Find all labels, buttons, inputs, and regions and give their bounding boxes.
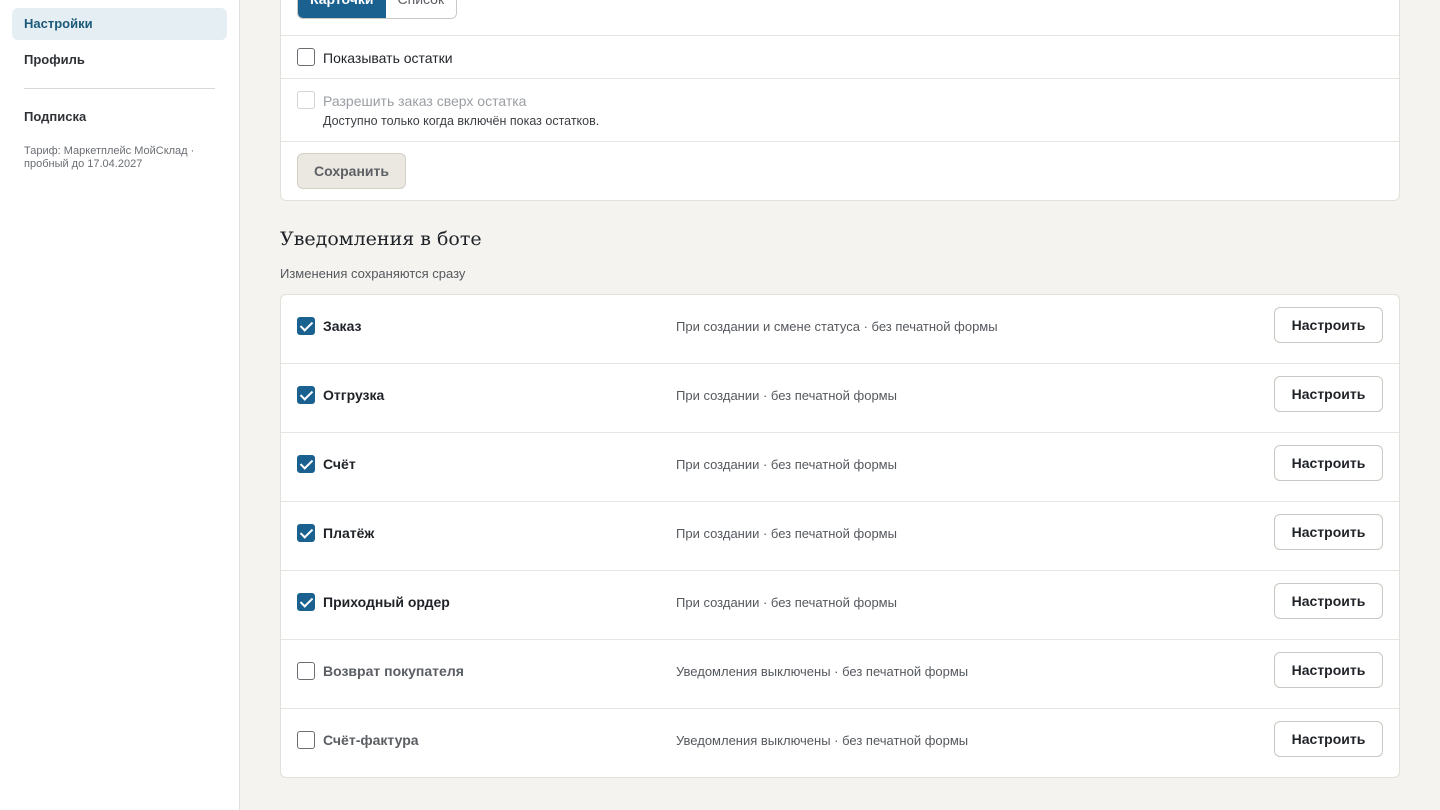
notification-checkbox[interactable]	[297, 662, 315, 680]
configure-button[interactable]: Настроить	[1274, 514, 1383, 550]
notification-desc: При создании · без печатной формы	[676, 526, 897, 541]
notification-row: Счёт-фактура Уведомления выключены · без…	[281, 709, 1399, 778]
save-button[interactable]: Сохранить	[297, 153, 406, 189]
notification-checkbox[interactable]	[297, 317, 315, 335]
notification-row: Счёт При создании · без печатной формы Н…	[281, 433, 1399, 502]
notification-row: Приходный ордер При создании · без печат…	[281, 571, 1399, 640]
notification-desc: При создании · без печатной формы	[676, 457, 897, 472]
divider	[281, 78, 1399, 79]
configure-button[interactable]: Настроить	[1274, 652, 1383, 688]
configure-button[interactable]: Настроить	[1274, 376, 1383, 412]
notification-name: Счёт-фактура	[323, 732, 419, 748]
notification-desc: При создании · без печатной формы	[676, 388, 897, 403]
notification-desc: При создании и смене статуса · без печат…	[676, 319, 998, 334]
notification-row: Заказ При создании и смене статуса · без…	[281, 295, 1399, 364]
notification-checkbox[interactable]	[297, 455, 315, 473]
show-stock-label: Показывать остатки	[323, 50, 453, 66]
sidebar-item-subscription[interactable]: Подписка	[12, 101, 227, 133]
sidebar-item-profile[interactable]: Профиль	[12, 44, 227, 76]
divider	[281, 141, 1399, 142]
notifications-card: Заказ При создании и смене статуса · без…	[280, 294, 1400, 778]
configure-button[interactable]: Настроить	[1274, 721, 1383, 757]
notification-row: Отгрузка При создании · без печатной фор…	[281, 364, 1399, 433]
configure-button[interactable]: Настроить	[1274, 445, 1383, 481]
notification-desc: Уведомления выключены · без печатной фор…	[676, 733, 969, 748]
notification-checkbox[interactable]	[297, 386, 315, 404]
show-stock-checkbox[interactable]	[297, 48, 315, 66]
view-mode-list[interactable]: Список	[385, 0, 457, 18]
configure-button[interactable]: Настроить	[1274, 583, 1383, 619]
divider	[281, 35, 1399, 36]
notifications-subtitle: Изменения сохраняются сразу	[280, 266, 466, 281]
display-settings-card: Карточки Список Показывать остатки Разре…	[280, 0, 1400, 201]
sidebar-divider	[24, 88, 215, 89]
notification-name: Приходный ордер	[323, 594, 450, 610]
notification-checkbox[interactable]	[297, 731, 315, 749]
allow-overorder-hint: Доступно только когда включён показ оста…	[323, 114, 600, 128]
sidebar: Настройки Профиль Подписка Тариф: Маркет…	[0, 0, 240, 810]
view-mode-toggle: Карточки Список	[297, 0, 458, 19]
notification-desc: При создании · без печатной формы	[676, 595, 897, 610]
notification-row: Возврат покупателя Уведомления выключены…	[281, 640, 1399, 709]
allow-overorder-checkbox	[297, 91, 315, 109]
sidebar-item-settings[interactable]: Настройки	[12, 8, 227, 40]
notification-checkbox[interactable]	[297, 524, 315, 542]
notification-checkbox[interactable]	[297, 593, 315, 611]
notification-name: Счёт	[323, 456, 356, 472]
notification-desc: Уведомления выключены · без печатной фор…	[676, 664, 969, 679]
view-mode-cards[interactable]: Карточки	[298, 0, 386, 18]
notification-name: Отгрузка	[323, 387, 385, 403]
notification-name: Возврат покупателя	[323, 663, 464, 679]
notification-name: Платёж	[323, 525, 375, 541]
notification-row: Платёж При создании · без печатной формы…	[281, 502, 1399, 571]
allow-overorder-label: Разрешить заказ сверх остатка	[323, 93, 527, 109]
tariff-info: Тариф: Маркетплейс МойСклад · пробный до…	[24, 145, 195, 170]
configure-button[interactable]: Настроить	[1274, 307, 1383, 343]
notification-name: Заказ	[323, 318, 362, 334]
notifications-title: Уведомления в боте	[280, 228, 482, 250]
